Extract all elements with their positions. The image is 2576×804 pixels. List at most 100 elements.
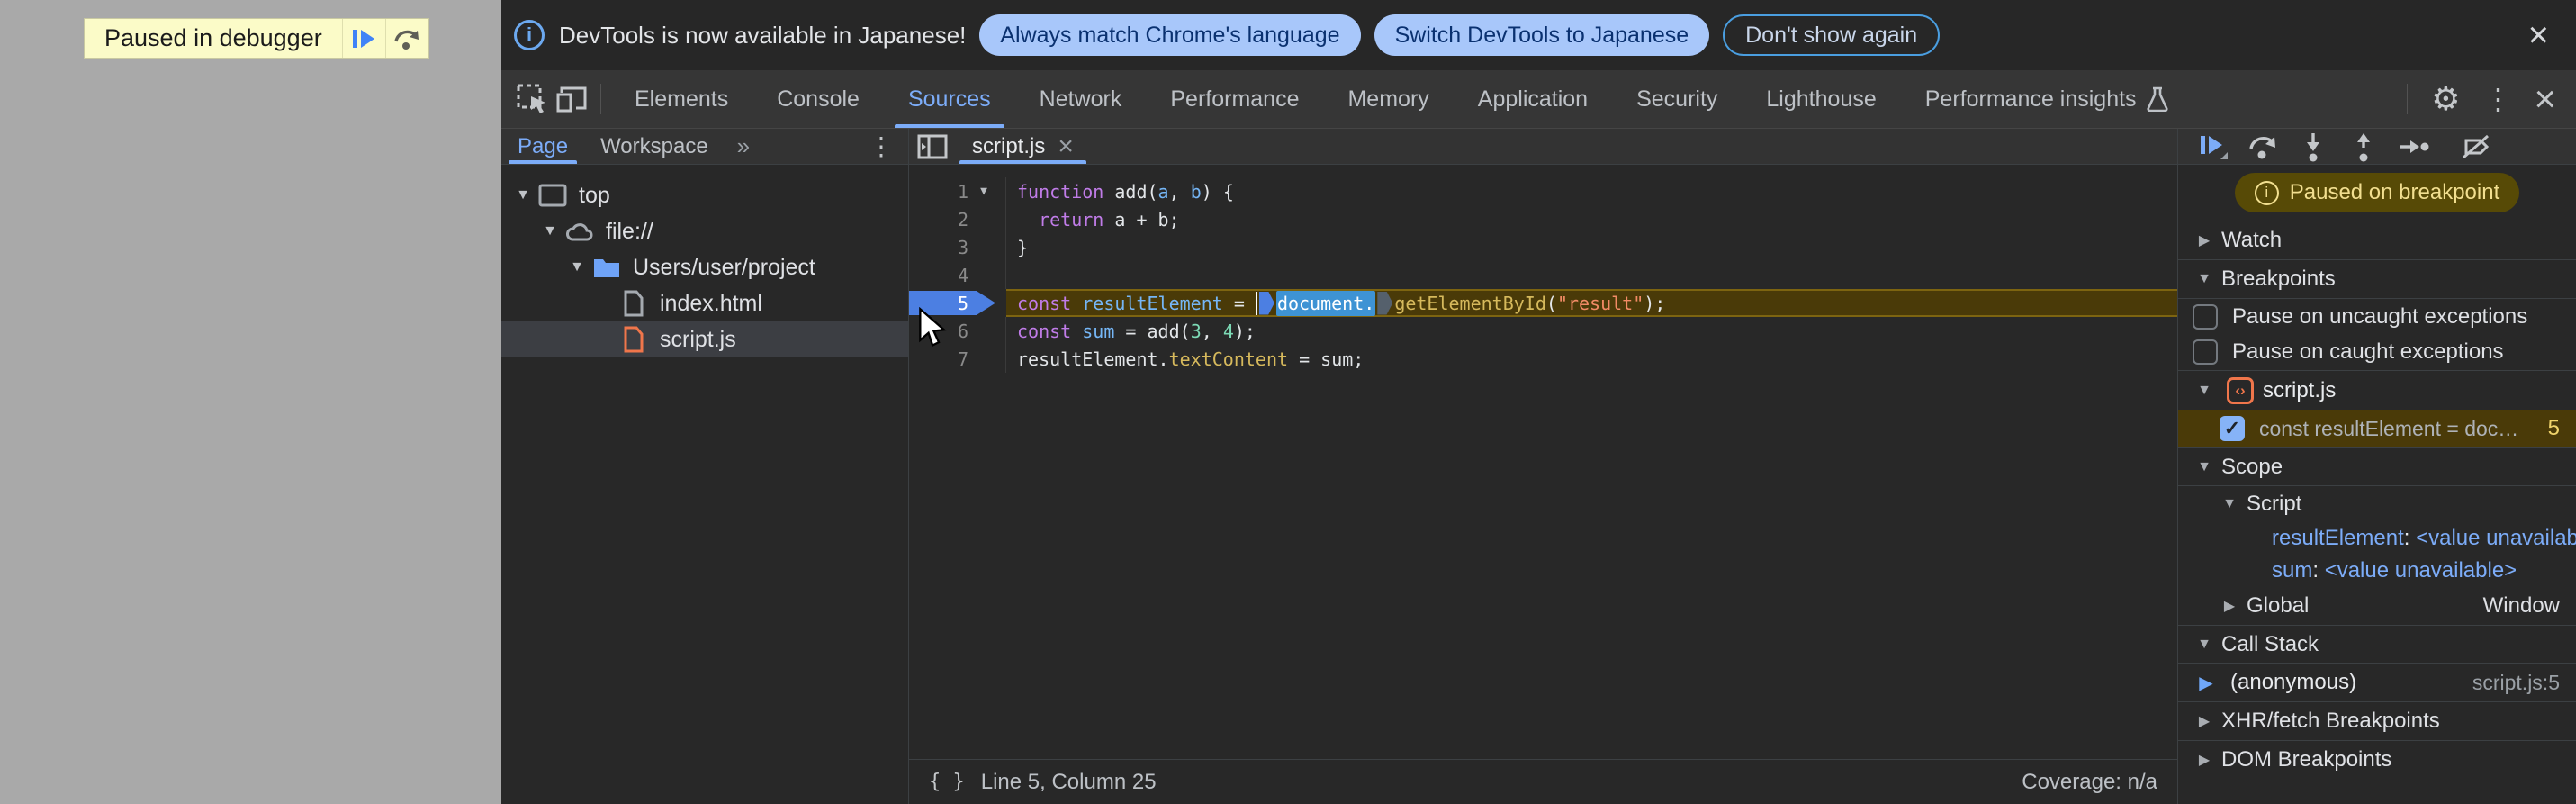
tab-network[interactable]: Network [1015,70,1147,128]
pretty-print-icon[interactable]: { } [929,771,965,793]
text-caret [1255,291,1257,315]
code-area[interactable]: 1 ▼ function add(a, b) {2 return a + b; 3} 4… [909,165,2177,759]
inline-breakpoint-icon[interactable] [1377,291,1393,315]
gutter-line-4[interactable]: 4 [909,261,1006,289]
code-line-2[interactable]: 2 return a + b; [909,205,2177,233]
breakpoint-group-scriptjs[interactable]: ▼ ‹› script.js [2178,370,2576,410]
section-dom-breakpoints[interactable]: ▶ DOM Breakpoints [2178,740,2576,779]
step-over-button[interactable] [2238,129,2288,165]
breakpoint-file-label: script.js [2263,377,2337,402]
code-line-5[interactable]: 5 const resultElement = document. getEleme… [909,289,2177,317]
tree-item-file-[interactable]: ▼ file:// [501,213,908,249]
line-number[interactable]: 7 [909,348,968,370]
gutter-line-2[interactable]: 2 [909,205,1006,233]
more-options-icon[interactable]: ⋮ [2474,82,2521,116]
code-line-1[interactable]: 1 ▼ function add(a, b) { [909,177,2177,205]
line-number[interactable]: 4 [909,265,968,286]
token-pl: ); [1233,320,1256,342]
gutter-line-3[interactable]: 3 [909,233,1006,261]
scope-script-label: Script [2247,492,2302,516]
resume-script-button[interactable] [341,19,385,58]
line-text: return a + b; [1006,205,2177,233]
more-tabs-icon[interactable]: » [725,132,764,160]
toggle-navigator-button[interactable] [909,129,956,164]
tab-memory[interactable]: Memory [1323,70,1453,128]
tree-item-index-html[interactable]: index.html [501,285,908,321]
inspect-element-button[interactable] [512,81,552,117]
pause-caught-row[interactable]: Pause on caught exceptions [2178,334,2576,370]
deactivate-breakpoints-button[interactable] [2451,129,2501,165]
tab-elements[interactable]: Elements [610,70,752,128]
tree-item-top[interactable]: ▼ top [501,177,908,213]
gutter-line-7[interactable]: 7 [909,345,1006,373]
section-call-stack[interactable]: ▼ Call Stack [2178,625,2576,664]
checkbox-unchecked[interactable] [2193,339,2218,365]
tab-security[interactable]: Security [1612,70,1742,128]
chevron-down-icon[interactable]: ▼ [564,259,590,276]
step-into-button[interactable] [2288,129,2338,165]
chevron-down-icon[interactable]: ▼ [537,223,563,239]
breakpoint-entry[interactable]: const resultElement = doc… 5 [2178,410,2576,447]
scope-variable-row[interactable]: resultElement: <value unavailable> [2178,522,2576,555]
tree-item-users-user-project[interactable]: ▼ Users/user/project [501,249,908,285]
tab-application[interactable]: Application [1454,70,1612,128]
sidebar-menu-icon[interactable]: ⋮ [854,131,908,161]
tab-label: Performance [1170,86,1300,112]
section-watch[interactable]: ▶ Watch [2178,221,2576,259]
tab-close-icon[interactable]: × [1058,132,1074,160]
tab-lighthouse[interactable]: Lighthouse [1742,70,1900,128]
tab-sources[interactable]: Sources [884,70,1015,128]
resume-script-button[interactable] [2187,129,2238,165]
code-line-4[interactable]: 4 [909,261,2177,289]
tab-label: Memory [1347,86,1429,112]
tree-item-label: script.js [660,326,736,352]
editor-tabstrip: script.js × [909,129,2177,165]
dont-show-again-button[interactable]: Don't show again [1723,14,1941,56]
toggle-navigator-icon [917,134,948,158]
checkbox-unchecked[interactable] [2193,303,2218,330]
fold-arrow-icon[interactable]: ▼ [968,185,999,198]
checkbox-checked[interactable] [2220,416,2245,441]
section-scope[interactable]: ▼ Scope [2178,447,2576,486]
token-pl: resultElement. [1017,348,1169,370]
tab-label: Security [1636,86,1718,112]
section-xhr-breakpoints[interactable]: ▶ XHR/fetch Breakpoints [2178,701,2576,740]
line-number[interactable]: 3 [909,237,968,258]
device-toolbar-button[interactable] [552,81,591,117]
tree-item-label: top [579,182,610,208]
cloud-icon [564,218,595,245]
code-line-6[interactable]: 6 const sum = add(3, 4); [909,317,2177,345]
switch-devtools-japanese-button[interactable]: Switch DevTools to Japanese [1374,14,1710,56]
settings-gear-icon[interactable]: ⚙ [2422,80,2469,118]
editor-tab-label: script.js [972,133,1046,158]
step-over-button[interactable] [384,19,428,58]
scope-global-group[interactable]: ▶ Global Window [2178,587,2576,625]
code-line-3[interactable]: 3} [909,233,2177,261]
tab-workspace[interactable]: Workspace [584,129,725,164]
pause-uncaught-row[interactable]: Pause on uncaught exceptions [2178,298,2576,334]
tab-console[interactable]: Console [752,70,884,128]
scope-script-group[interactable]: ▼ Script [2178,486,2576,522]
call-stack-frame[interactable]: ▶ (anonymous) script.js:5 [2178,664,2576,701]
tab-page[interactable]: Page [501,129,584,164]
step-out-button[interactable] [2338,129,2389,165]
tab-performance-insights[interactable]: Performance insights [1901,70,2193,128]
infobar-close-icon[interactable]: × [2523,17,2554,53]
editor-statusbar: { } Line 5, Column 25 Coverage: n/a [909,759,2177,804]
inline-breakpoint-icon[interactable] [1258,291,1274,315]
devtools-close-icon[interactable]: × [2526,80,2563,118]
editor-tab-scriptjs[interactable]: script.js × [956,129,1090,164]
always-match-language-button[interactable]: Always match Chrome's language [979,14,1361,56]
chevron-down-icon[interactable]: ▼ [510,187,536,203]
line-number[interactable]: 1 [909,181,968,203]
tab-performance[interactable]: Performance [1146,70,1323,128]
scope-variable-row[interactable]: sum: <value unavailable> [2178,555,2576,587]
gutter-line-1[interactable]: 1 ▼ [909,177,1006,205]
step-button[interactable] [2389,129,2439,165]
tab-label: Lighthouse [1766,86,1877,112]
tree-item-script-js[interactable]: script.js [501,321,908,357]
line-number[interactable]: 2 [909,209,968,230]
section-breakpoints[interactable]: ▼ Breakpoints [2178,259,2576,298]
token-pl: a + b; [1103,208,1180,230]
code-line-7[interactable]: 7 resultElement. textContent = sum; [909,345,2177,373]
